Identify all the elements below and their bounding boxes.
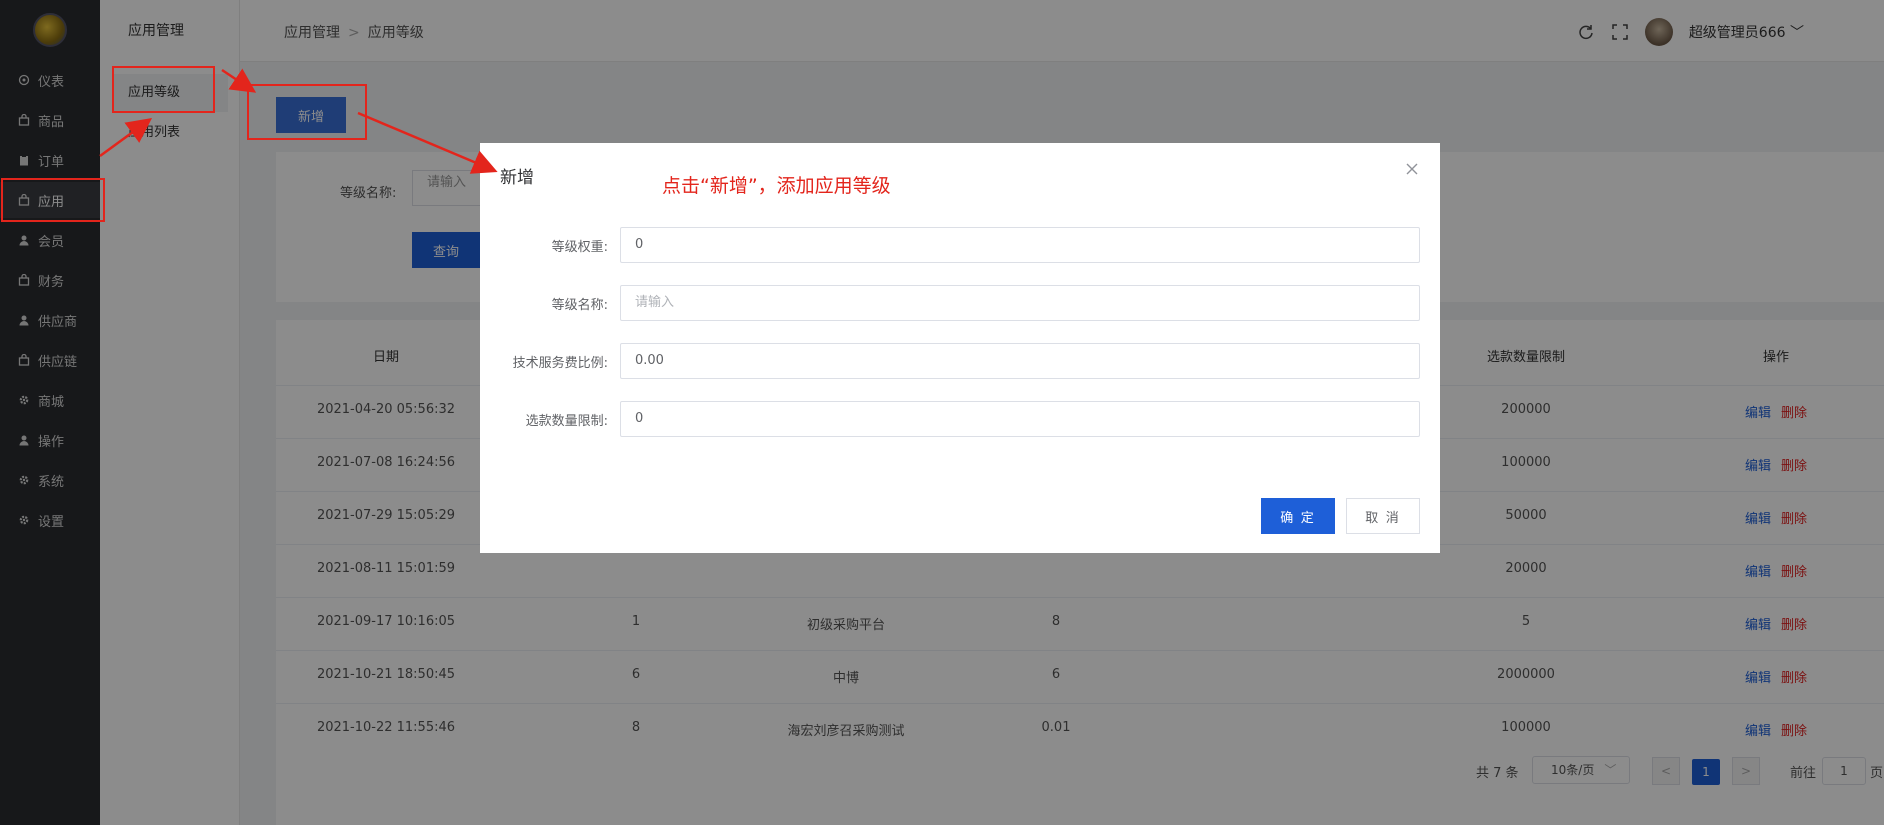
selection-limit-input[interactable]: 0 [620, 401, 1420, 437]
level-weight-input[interactable]: 0 [620, 227, 1420, 263]
service-fee-ratio-input[interactable]: 0.00 [620, 343, 1420, 379]
highlight-box-app-menu [1, 178, 105, 222]
cancel-button[interactable]: 取 消 [1346, 498, 1420, 534]
highlight-box-app-level [112, 66, 215, 113]
dialog-title: 新增 [500, 168, 534, 188]
level-name-label: 等级名称: [551, 298, 608, 313]
level-weight-label: 等级权重: [551, 240, 608, 255]
level-name-input[interactable]: 请输入 [620, 285, 1420, 321]
selection-limit-label: 选款数量限制: [525, 414, 608, 429]
confirm-button[interactable]: 确 定 [1261, 498, 1335, 534]
close-icon[interactable] [1404, 161, 1420, 177]
add-level-dialog: 新增 点击“新增”，添加应用等级 等级权重: 0 等级名称: 请输入 技术服务费… [480, 143, 1440, 553]
highlight-box-add-button [247, 84, 367, 140]
tutorial-annotation: 点击“新增”，添加应用等级 [662, 175, 891, 197]
service-fee-ratio-label: 技术服务费比例: [512, 356, 608, 371]
